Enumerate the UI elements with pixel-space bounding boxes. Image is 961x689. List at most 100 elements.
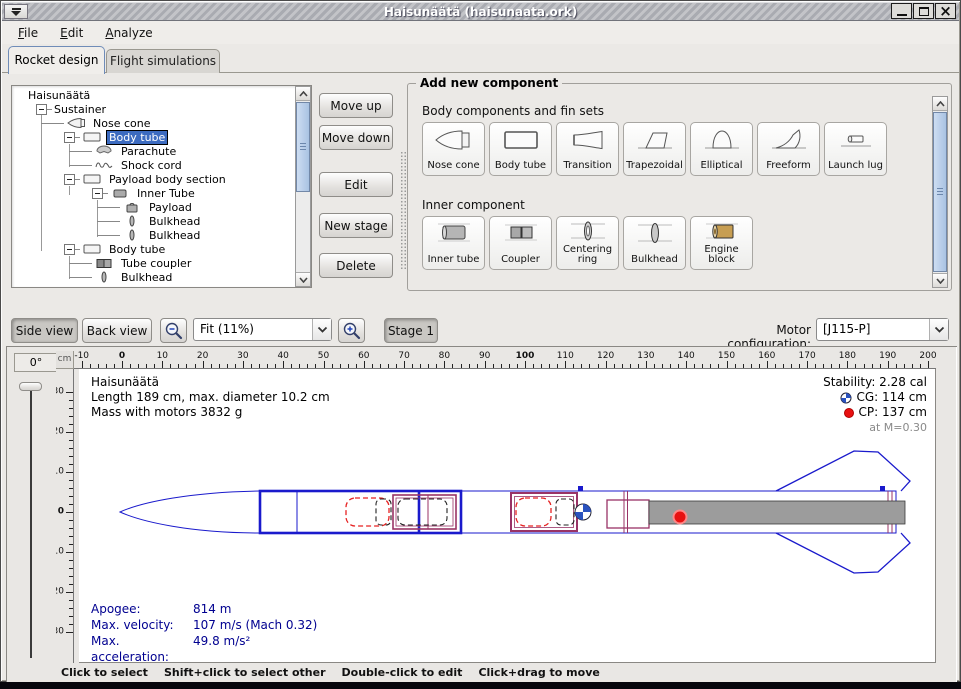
rocket-canvas[interactable]: Haisunäätä Length 189 cm, max. diameter … (79, 369, 936, 663)
ruler-tick (66, 472, 73, 473)
add-centering-ring-button[interactable]: Centering ring (556, 216, 619, 270)
ruler-tick (315, 364, 316, 368)
scroll-up-icon[interactable] (933, 97, 947, 111)
body-tube-icon (82, 131, 102, 143)
scroll-up-icon[interactable] (296, 87, 310, 101)
window-menu-button[interactable] (4, 4, 28, 19)
splitter-handle[interactable] (400, 151, 407, 271)
add-freeform-fin-button[interactable]: Freeform (757, 122, 820, 176)
scroll-down-icon[interactable] (933, 273, 947, 287)
ruler-tick (114, 364, 115, 368)
launch-lug-icon (835, 126, 877, 154)
ruler-tick (420, 364, 421, 368)
max-velocity-value: 107 m/s (Mach 0.32) (193, 617, 317, 633)
add-engine-block-button[interactable]: Engine block (690, 216, 753, 270)
ruler-tick (154, 364, 155, 368)
side-view-button[interactable]: Side view (11, 318, 78, 343)
menu-file[interactable]: File (8, 23, 48, 43)
tab-rocket-design[interactable]: Rocket design (8, 46, 105, 74)
tree-scrollbar[interactable] (295, 86, 311, 287)
add-nose-cone-button[interactable]: Nose cone (422, 122, 485, 176)
add-trapezoidal-fin-button[interactable]: Trapezoidal (623, 122, 686, 176)
component-tree[interactable]: Haisunäätä Sustainer Nose cone Body tube… (11, 85, 312, 288)
tree-item-body-tube-2[interactable]: Body tube (14, 242, 293, 256)
tree-item-sustainer[interactable]: Sustainer (14, 102, 293, 116)
move-up-button[interactable]: Move up (319, 93, 393, 118)
transition-icon (567, 126, 609, 154)
ruler-tick (872, 364, 873, 368)
tab-flight-simulations[interactable]: Flight simulations (106, 49, 220, 73)
maximize-button[interactable] (913, 3, 934, 19)
zoom-in-button[interactable] (338, 318, 365, 343)
cg-marker (575, 504, 591, 520)
back-view-button[interactable]: Back view (82, 318, 152, 343)
tree-item-shock-cord[interactable]: Shock cord (14, 158, 293, 172)
elliptical-fin-icon (701, 126, 743, 154)
close-button[interactable]: × (935, 3, 956, 19)
component-scroll-thumb[interactable] (933, 112, 947, 272)
motor-configuration-select[interactable]: [J115-P] (816, 318, 949, 341)
ruler-label: 20 (56, 587, 64, 597)
collapse-icon[interactable] (64, 132, 75, 143)
add-coupler-button[interactable]: Coupler (489, 216, 552, 270)
tree-item-bulkhead-3[interactable]: Bulkhead (14, 270, 293, 284)
add-bulkhead-button[interactable]: Bulkhead (623, 216, 686, 270)
apogee-label: Apogee: (91, 601, 193, 617)
tree-item-parachute[interactable]: Parachute (14, 144, 293, 158)
add-inner-tube-button[interactable]: Inner tube (422, 216, 485, 270)
tree-item-payload[interactable]: Payload (14, 200, 293, 214)
minimize-button[interactable] (891, 3, 912, 19)
menu-edit[interactable]: Edit (50, 23, 93, 43)
title-bar[interactable]: Haisunäätä (haisunaata.ork) × (2, 2, 959, 21)
zoom-level-select[interactable]: Fit (11%) (193, 318, 332, 341)
delete-button[interactable]: Delete (319, 253, 393, 278)
add-elliptical-fin-button[interactable]: Elliptical (690, 122, 753, 176)
component-panel-scrollbar[interactable] (932, 96, 948, 288)
app-window: Haisunäätä (haisunaata.ork) × File Edit … (0, 0, 961, 682)
tree-item-tube-coupler[interactable]: Tube coupler (14, 256, 293, 270)
rotation-slider-track[interactable] (30, 386, 32, 658)
new-stage-button[interactable]: New stage (319, 213, 393, 238)
tree-item-body-tube[interactable]: Body tube (14, 130, 293, 144)
ruler-tick (501, 364, 502, 368)
add-transition-button[interactable]: Transition (556, 122, 619, 176)
ruler-label: 130 (637, 351, 654, 361)
rotation-slider-handle[interactable] (19, 382, 42, 391)
collapse-icon[interactable] (92, 188, 103, 199)
zoom-out-button[interactable] (160, 318, 187, 343)
ruler-tick (646, 361, 647, 368)
stage-1-toggle[interactable]: Stage 1 (384, 318, 438, 343)
ruler-tick (69, 600, 73, 601)
freeform-fin-icon (768, 126, 810, 154)
max-velocity-label: Max. velocity: (91, 617, 193, 633)
ruler-tick (831, 364, 832, 368)
tree-item-rocket[interactable]: Haisunäätä (14, 88, 293, 102)
ruler-label: 10 (157, 351, 168, 361)
window-title: Haisunäätä (haisunaata.ork) (2, 5, 959, 19)
edit-button[interactable]: Edit (319, 172, 393, 197)
tree-item-payload-body-section[interactable]: Payload body section (14, 172, 293, 186)
ruler-tick (69, 400, 73, 401)
ruler-tick (598, 364, 599, 368)
tree-item-bulkhead[interactable]: Bulkhead (14, 214, 293, 228)
ruler-tick (743, 364, 744, 368)
parachute-icon (94, 145, 114, 157)
collapse-icon[interactable] (64, 174, 75, 185)
move-down-button[interactable]: Move down (319, 125, 393, 150)
collapse-icon[interactable] (36, 104, 47, 115)
tree-item-inner-tube[interactable]: Inner Tube (14, 186, 293, 200)
tree-scroll-thumb[interactable] (296, 102, 310, 192)
ruler-tick (735, 364, 736, 368)
ruler-tick (69, 576, 73, 577)
menu-analyze[interactable]: Analyze (95, 23, 162, 43)
tree-item-bulkhead[interactable]: Bulkhead (14, 228, 293, 242)
tree-item-nose-cone[interactable]: Nose cone (14, 116, 293, 130)
body-tube-icon (82, 173, 102, 185)
collapse-icon[interactable] (64, 244, 75, 255)
ruler-tick (428, 364, 429, 368)
scroll-down-icon[interactable] (296, 272, 310, 286)
ruler-tick (678, 364, 679, 368)
add-body-tube-button[interactable]: Body tube (489, 122, 552, 176)
ruler-tick (694, 364, 695, 368)
add-launch-lug-button[interactable]: Launch lug (824, 122, 887, 176)
